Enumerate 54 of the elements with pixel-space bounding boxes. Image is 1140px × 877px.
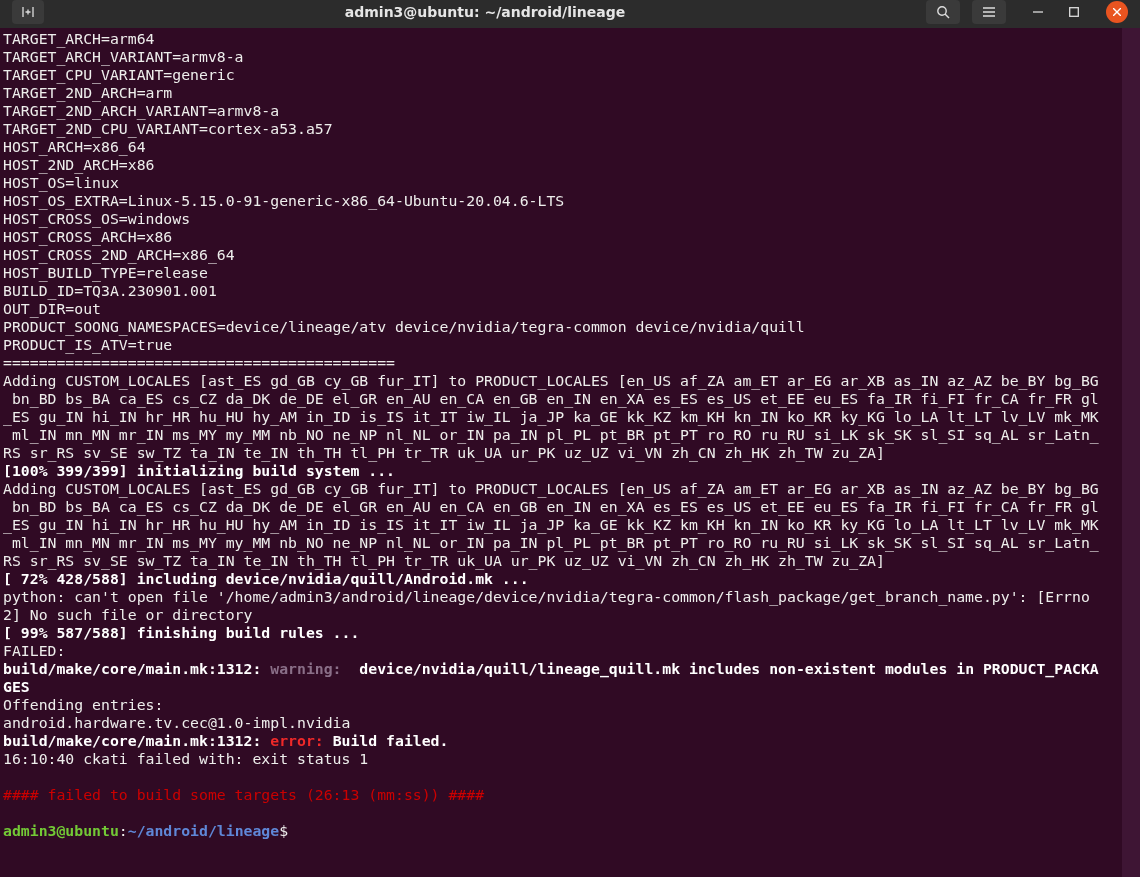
terminal-line: TARGET_CPU_VARIANT=generic — [3, 66, 235, 84]
terminal-line: build/make/core/main.mk:1312: warning: device/nvidia/quill/lineage_quill.mk includes non-existent modules in PRODUCT_PACKA — [3, 660, 1099, 678]
terminal-line: ml_IN mn_MN mr_IN ms_MY my_MM nb_NO ne_NP nl_NL or_IN pa_IN pl_PL pt_BR pt_PT ro_RO ru_RU si_LK sk_SK sl_SI sq_AL sr_Latn_ — [10, 534, 1099, 552]
window-title: admin3@ubuntu: ~/android/lineage — [344, 2, 626, 22]
terminal-line: [100% 399/399] initializing build system ... — [3, 462, 395, 480]
close-button[interactable] — [1106, 1, 1128, 23]
terminal-line: ============================================ — [3, 354, 395, 372]
minimize-icon — [1033, 11, 1043, 13]
terminal-line: admin3@ubuntu:~/android/lineage$ — [3, 822, 289, 840]
search-icon — [936, 5, 950, 19]
new-tab-button[interactable] — [12, 0, 44, 24]
terminal-line: HOST_ARCH=x86_64 — [3, 138, 146, 156]
terminal-line: #### failed to build some targets (26:13 (mm:ss)) #### — [3, 786, 485, 804]
terminal-line: TARGET_ARCH_VARIANT=armv8-a — [3, 48, 244, 66]
close-icon — [1113, 8, 1121, 16]
terminal-line: ml_IN mn_MN mr_IN ms_MY my_MM nb_NO ne_NP nl_NL or_IN pa_IN pl_PL pt_BR pt_PT ro_RO ru_RU si_LK sk_SK sl_SI sq_AL sr_Latn_ — [10, 426, 1099, 444]
maximize-icon — [1069, 7, 1079, 17]
terminal-line: HOST_CROSS_ARCH=x86 — [3, 228, 173, 246]
terminal-line: HOST_OS_EXTRA=Linux-5.15.0-91-generic-x86_64-Ubuntu-20.04.6-LTS — [3, 192, 565, 210]
menu-button[interactable] — [972, 0, 1006, 24]
terminal-line: HOST_2ND_ARCH=x86 — [3, 156, 155, 174]
terminal-line: [ 99% 587/588] finishing build rules ... — [3, 624, 360, 642]
search-button[interactable] — [926, 0, 960, 24]
terminal-line: BUILD_ID=TQ3A.230901.001 — [3, 282, 217, 300]
terminal-line: _ES gu_IN hi_IN hr_HR hu_HU hy_AM in_ID is_IS it_IT iw_IL ja_JP ka_GE kk_KZ km_KH kn_IN ko_KR ky_KG lo_LA lt_LT lv_LV mk_MK — [3, 408, 1099, 426]
terminal-line: RS sr_RS sv_SE sw_TZ ta_IN te_IN th_TH tl_PH tr_TR uk_UA ur_PK uz_UZ vi_VN zh_CN zh_HK zh_TW zu_ZA] — [3, 552, 885, 570]
terminal-line: Adding CUSTOM_LOCALES [ast_ES gd_GB cy_GB fur_IT] to PRODUCT_LOCALES [en_US af_ZA am_ET ar_EG ar_XB as_IN az_AZ be_BY bg_BG — [3, 372, 1099, 390]
terminal-line: OUT_DIR=out — [3, 300, 101, 318]
terminal-line: TARGET_2ND_ARCH=arm — [3, 84, 173, 102]
terminal-line: RS sr_RS sv_SE sw_TZ ta_IN te_IN th_TH tl_PH tr_TR uk_UA ur_PK uz_UZ vi_VN zh_CN zh_HK zh_TW zu_ZA] — [3, 444, 885, 462]
terminal-line: TARGET_ARCH=arm64 — [3, 30, 155, 48]
terminal-line: Offending entries: — [3, 696, 164, 714]
terminal-line: build/make/core/main.mk:1312: error: Build failed. — [3, 732, 449, 750]
new-tab-icon — [21, 6, 35, 18]
terminal-line: 16:10:40 ckati failed with: exit status 1 — [3, 750, 369, 768]
terminal-line: HOST_OS=linux — [3, 174, 119, 192]
terminal-line: bn_BD bs_BA ca_ES cs_CZ da_DK de_DE el_GR en_AU en_CA en_GB en_IN en_XA es_ES es_US et_EE eu_ES fa_IR fi_FI fr_CA fr_FR gl — [10, 390, 1099, 408]
terminal-line: TARGET_2ND_CPU_VARIANT=cortex-a53.a57 — [3, 120, 333, 138]
terminal-line: HOST_CROSS_2ND_ARCH=x86_64 — [3, 246, 235, 264]
terminal-line: 2] No such file or directory — [3, 606, 253, 624]
terminal-line: bn_BD bs_BA ca_ES cs_CZ da_DK de_DE el_GR en_AU en_CA en_GB en_IN en_XA es_ES es_US et_EE eu_ES fa_IR fi_FI fr_CA fr_FR gl — [10, 498, 1099, 516]
terminal-line: FAILED: — [3, 642, 66, 660]
terminal-line: android.hardware.tv.cec@1.0-impl.nvidia — [3, 714, 351, 732]
terminal-line: GES — [3, 678, 30, 696]
terminal-line: [ 72% 428/588] including device/nvidia/quill/Android.mk ... — [3, 570, 529, 588]
menu-icon — [983, 7, 995, 17]
terminal-line: Adding CUSTOM_LOCALES [ast_ES gd_GB cy_GB fur_IT] to PRODUCT_LOCALES [en_US af_ZA am_ET ar_EG ar_XB as_IN az_AZ be_BY bg_BG — [3, 480, 1099, 498]
terminal-line: _ES gu_IN hi_IN hr_HR hu_HU hy_AM in_ID is_IS it_IT iw_IL ja_JP ka_GE kk_KZ km_KH kn_IN ko_KR ky_KG lo_LA lt_LT lv_LV mk_MK — [3, 516, 1099, 534]
terminal-line: PRODUCT_SOONG_NAMESPACES=device/lineage/atv device/nvidia/tegra-common device/nvidia/quill — [3, 318, 805, 336]
terminal-line: HOST_CROSS_OS=windows — [3, 210, 191, 228]
terminal-line: PRODUCT_IS_ATV=true — [3, 336, 173, 354]
terminal-line: HOST_BUILD_TYPE=release — [3, 264, 208, 282]
terminal-line: TARGET_2ND_ARCH_VARIANT=armv8-a — [3, 102, 280, 120]
terminal-line: python: can't open file '/home/admin3/android/lineage/device/nvidia/tegra-common/flash_package/get_branch_name.py': [Errno — [3, 588, 1090, 606]
